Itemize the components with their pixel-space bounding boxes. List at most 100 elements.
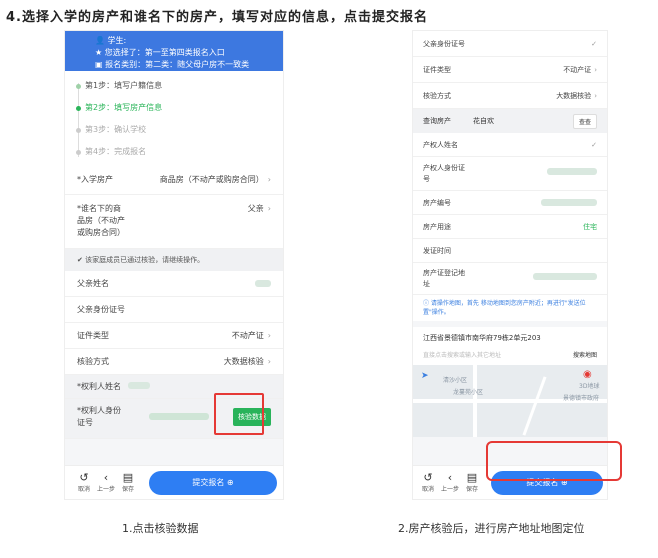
step-3: 第3步：确认学校 (75, 119, 283, 141)
reg-addr-field[interactable]: 房产证登记地址 (413, 263, 607, 295)
father-id-field[interactable]: 父亲身份证号 ✓ (413, 31, 607, 57)
chevron-left-icon: ‹ (103, 471, 109, 484)
right-holder-id-label: *权利人身份证号 (77, 406, 121, 427)
map-label-a: 清沙小区 (443, 377, 468, 384)
query-button[interactable]: 查查 (572, 113, 597, 129)
map-label-c: 3D地球 (579, 383, 600, 390)
caption-right: 2.房产核验后，进行房产地址地图定位 (398, 522, 585, 535)
globe-icon[interactable]: ◉ (583, 369, 592, 380)
usage-field[interactable]: 房产用途 住宅 (413, 215, 607, 239)
cert-type-value: 不动产证 (563, 65, 592, 74)
property-owner-select[interactable]: *谁名下的商品房（不动产或购房合同） 父亲 › (65, 195, 283, 249)
usage-label: 房产用途 (423, 222, 451, 231)
enroll-property-select[interactable]: *入学房产 商品房（不动产或购房合同） › (65, 165, 283, 195)
house-no-field[interactable]: 房产编号 (413, 191, 607, 215)
cancel-button[interactable]: ↺ 取消 (73, 471, 95, 494)
map-tip: ⓘ 请操作地图，首先 移动地图到您房产附近；再进行"发送位置"操作。 (413, 295, 607, 321)
save-icon: ▤ (122, 471, 134, 484)
query-property-row: 查询房产 花自欢 查查 (413, 109, 607, 133)
highlight-submit-box (486, 441, 622, 481)
prev-step-button[interactable]: ‹ 上一步 (95, 471, 117, 494)
owner-name-field[interactable]: 产权人姓名 ✓ (413, 133, 607, 157)
query-property-value: 花自欢 (473, 117, 494, 125)
chevron-right-icon: › (267, 175, 271, 184)
location-map[interactable]: 清沙小区 龙蔓苑小区 3D地球 景德镇市政府 ➤ ◉ (413, 365, 607, 437)
house-no-redacted (541, 199, 597, 206)
verify-method-value: 大数据核验 (223, 357, 264, 366)
father-id-field[interactable]: 父亲身份证号 (65, 297, 283, 323)
instruction-heading: 4.选择入学的房产和谁名下的房产，填写对应的信息，点击提交报名 (6, 10, 428, 25)
calendar-icon: ▣ (95, 60, 103, 69)
chevron-right-icon: › (267, 357, 271, 366)
cert-type-select[interactable]: 证件类型 不动产证 › (65, 323, 283, 349)
save-icon: ▤ (466, 471, 478, 484)
owner-name-label: 产权人姓名 (423, 140, 458, 149)
cert-type-select[interactable]: 证件类型 不动产证 › (413, 57, 607, 83)
cert-type-label: 证件类型 (77, 331, 109, 340)
save-button[interactable]: ▤ 保存 (117, 471, 139, 494)
step-4: 第4步：完成报名 (75, 141, 283, 163)
user-icon: 👤 (95, 36, 105, 45)
issue-time-field[interactable]: 发证时间 (413, 239, 607, 263)
undo-icon: ↺ (79, 471, 89, 484)
map-search-input[interactable]: 直接点击搜索或输入其它地址 (423, 350, 501, 359)
check-icon: ✓ (591, 140, 597, 149)
verify-method-label: 核验方式 (423, 91, 451, 100)
map-label-d: 景德镇市政府 (563, 395, 600, 402)
right-holder-name-redacted (127, 382, 150, 389)
cert-type-value: 不动产证 (231, 331, 264, 340)
father-id-label: 父亲身份证号 (77, 305, 125, 314)
entry-banner: 👤 学生: ★ 您选择了：第一至第四类报名入口 ▣ 报名类别：第二类：随父母户房… (65, 31, 283, 71)
student-label: 学生: (107, 36, 127, 45)
screenshot-step-2: 父亲身份证号 ✓ 证件类型 不动产证 › 核验方式 大数据核验 › 查询房产 花自欢… (412, 30, 608, 500)
progress-steps: 第1步：填写户籍信息 第2步：填写房产信息 第3步：确认学校 第4步：完成报名 (65, 71, 283, 165)
usage-value: 住宅 (583, 222, 597, 231)
issue-time-label: 发证时间 (423, 246, 451, 255)
verify-method-value: 大数据核验 (556, 91, 592, 100)
chevron-right-icon: › (594, 91, 597, 100)
enroll-property-label: *入学房产 (77, 175, 113, 184)
star-icon: ★ (95, 48, 103, 57)
enroll-category: 报名类别：第二类：随父母户房不一致类 (105, 60, 250, 69)
father-name-field[interactable]: 父亲姓名 (65, 271, 283, 297)
owner-id-redacted (547, 168, 597, 175)
chevron-right-icon: › (594, 65, 597, 74)
chevron-left-icon: ‹ (447, 471, 453, 484)
cert-type-label: 证件类型 (423, 65, 451, 74)
right-holder-id-redacted (149, 413, 209, 420)
enroll-property-value: 商品房（不动产或购房合同） (159, 175, 264, 184)
house-no-label: 房产编号 (423, 198, 451, 207)
property-owner-value: 父亲 (247, 204, 264, 213)
step-2: 第2步：填写房产信息 (75, 97, 283, 119)
owner-id-field[interactable]: 产权人身份证号 (413, 157, 607, 191)
prev-step-button[interactable]: ‹ 上一步 (439, 471, 461, 494)
chevron-right-icon: › (267, 204, 271, 213)
highlight-verify-box (214, 393, 264, 435)
check-icon: ✓ (591, 39, 597, 48)
entry-choice: 您选择了：第一至第四类报名入口 (104, 48, 225, 57)
owner-id-label: 产权人身份证号 (423, 164, 465, 183)
reg-addr-label: 房产证登记地址 (423, 269, 465, 288)
submit-enroll-button[interactable]: 提交报名 ⊕ (149, 470, 277, 495)
selected-address: 江西省景德镇市南华府79栋2单元203 (413, 321, 607, 343)
save-button[interactable]: ▤ 保存 (461, 471, 483, 494)
father-id-label: 父亲身份证号 (423, 39, 465, 48)
search-map-button[interactable]: 搜索地图 (573, 350, 597, 359)
cancel-button[interactable]: ↺ 取消 (417, 471, 439, 494)
bottom-action-bar: ↺ 取消 ‹ 上一步 ▤ 保存 提交报名 ⊕ (65, 465, 283, 499)
father-name-label: 父亲姓名 (77, 279, 109, 288)
verified-notice: ✔ 该家庭成员已通过核验，请继续操作。 (65, 249, 283, 271)
verify-method-select[interactable]: 核验方式 大数据核验 › (65, 349, 283, 375)
verify-method-select[interactable]: 核验方式 大数据核验 › (413, 83, 607, 109)
step-1: 第1步：填写户籍信息 (75, 75, 283, 97)
locate-icon[interactable]: ➤ (421, 371, 429, 381)
reg-addr-redacted (533, 273, 597, 280)
property-owner-label: *谁名下的商品房（不动产或购房合同） (77, 204, 125, 237)
right-holder-name-label: *权利人姓名 (77, 382, 121, 391)
undo-icon: ↺ (423, 471, 433, 484)
chevron-right-icon: › (267, 331, 271, 340)
query-property-label: 查询房产 (423, 117, 451, 125)
verify-method-label: 核验方式 (77, 357, 109, 366)
father-name-redacted (255, 280, 271, 287)
map-label-b: 龙蔓苑小区 (453, 389, 484, 396)
